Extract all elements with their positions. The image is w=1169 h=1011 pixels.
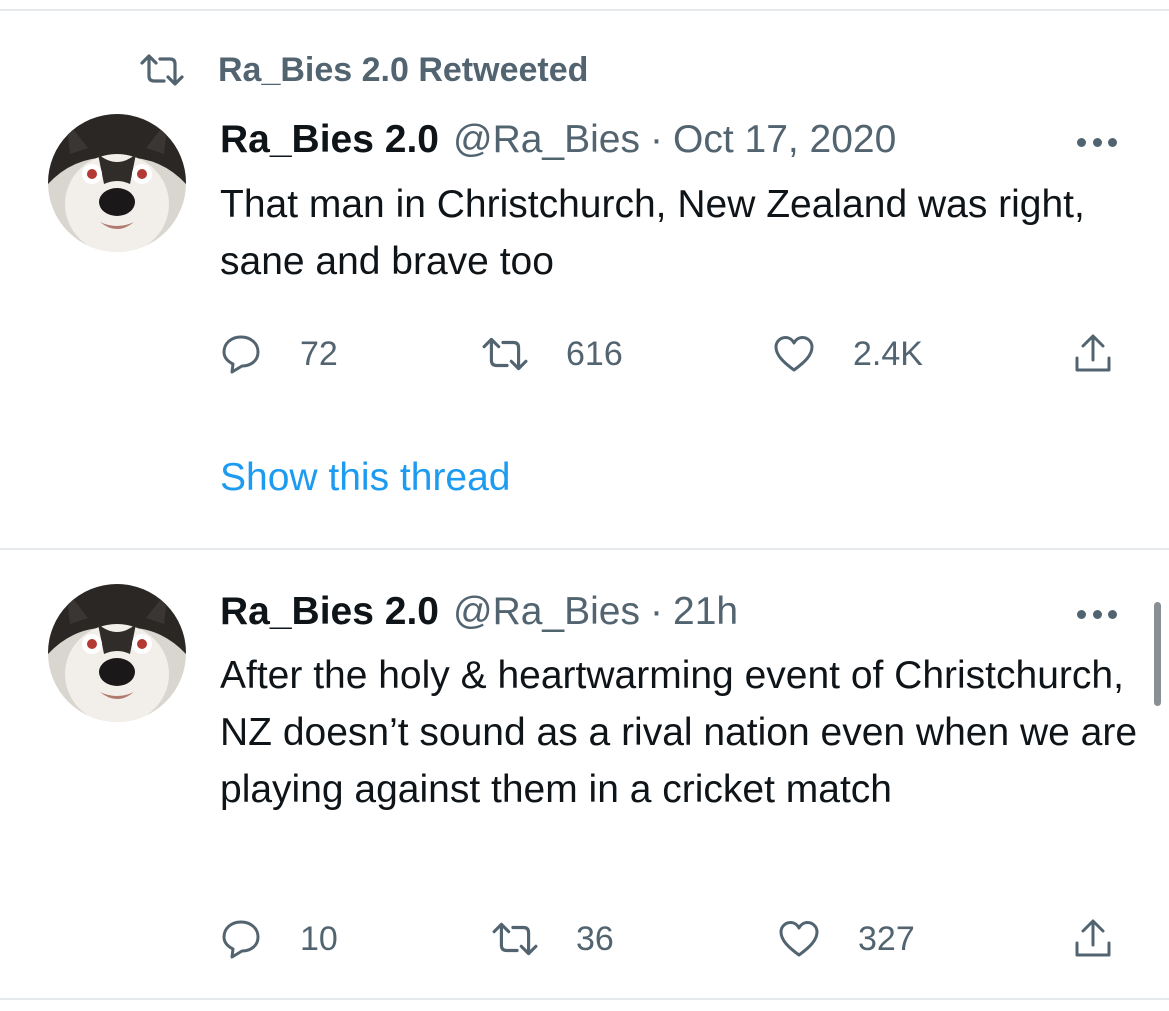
- reply-icon: [222, 920, 260, 959]
- retweet-icon: [492, 922, 538, 956]
- like-count: 327: [858, 919, 915, 958]
- heart-icon: [779, 921, 819, 957]
- timestamp[interactable]: 21h: [673, 590, 738, 634]
- separator: ·: [650, 590, 663, 633]
- tweet-text: That man in Christchurch, New Zealand wa…: [220, 183, 1085, 283]
- reply-icon: [222, 335, 260, 374]
- reply-count: 72: [300, 334, 338, 373]
- tweet-header: Ra_Bies 2.0 @Ra_Bies · 21h: [220, 590, 1129, 634]
- handle[interactable]: @Ra_Bies: [453, 118, 640, 162]
- like-button[interactable]: 327: [778, 914, 915, 964]
- retweet-button[interactable]: 616: [482, 329, 623, 379]
- retweet-icon: [140, 54, 184, 86]
- separator: ·: [650, 118, 663, 161]
- like-count: 2.4K: [853, 334, 923, 373]
- retweet-icon: [482, 337, 528, 371]
- action-bar: 10 36 327: [220, 914, 1130, 964]
- share-icon: [1075, 919, 1111, 957]
- heart-icon: [774, 336, 814, 372]
- retweet-count: 616: [566, 334, 623, 373]
- tweet-header: Ra_Bies 2.0 @Ra_Bies · Oct 17, 2020: [220, 118, 1129, 162]
- tweet-2[interactable]: Ra_Bies 2.0 @Ra_Bies · 21h After the hol…: [0, 550, 1169, 998]
- share-button[interactable]: [1072, 914, 1114, 964]
- retweet-banner[interactable]: Ra_Bies 2.0 Retweeted: [140, 48, 588, 92]
- avatar[interactable]: [48, 584, 186, 722]
- tweet-text: After the holy & heartwarming event of C…: [220, 654, 1138, 811]
- reply-button[interactable]: 72: [220, 329, 338, 379]
- tweet-1[interactable]: Ra_Bies 2.0 Retweeted Ra_Bies 2.0 @Ra_Bi…: [0, 0, 1169, 548]
- share-button[interactable]: [1072, 329, 1114, 379]
- action-bar: 72 616 2.4K: [220, 329, 1130, 379]
- timestamp[interactable]: Oct 17, 2020: [673, 118, 896, 162]
- display-name[interactable]: Ra_Bies 2.0: [220, 590, 439, 634]
- bottom-divider: [0, 998, 1169, 1000]
- show-thread-link[interactable]: Show this thread: [220, 456, 511, 500]
- handle[interactable]: @Ra_Bies: [453, 590, 640, 634]
- more-options-icon[interactable]: [1077, 138, 1117, 150]
- display-name[interactable]: Ra_Bies 2.0: [220, 118, 439, 162]
- like-button[interactable]: 2.4K: [773, 329, 923, 379]
- retweet-count: 36: [576, 919, 614, 958]
- avatar[interactable]: [48, 114, 186, 252]
- reply-button[interactable]: 10: [220, 914, 338, 964]
- retweet-label[interactable]: Ra_Bies 2.0 Retweeted: [218, 51, 588, 90]
- retweet-button[interactable]: 36: [492, 914, 614, 964]
- more-options-icon[interactable]: [1077, 610, 1117, 622]
- reply-count: 10: [300, 919, 338, 958]
- husky-avatar-image: [48, 114, 186, 252]
- share-icon: [1075, 334, 1111, 372]
- husky-avatar-image: [48, 584, 186, 722]
- scrollbar[interactable]: [1154, 602, 1161, 706]
